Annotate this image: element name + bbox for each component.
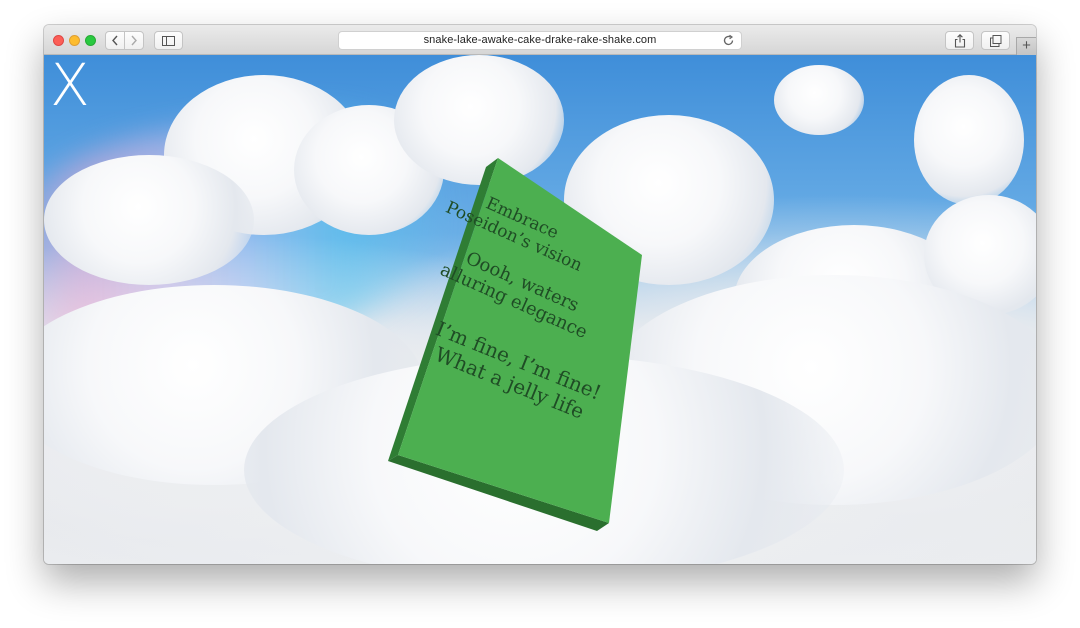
navigation-buttons (105, 31, 145, 50)
back-button[interactable] (105, 31, 125, 50)
address-bar[interactable]: snake-lake-awake-cake-drake-rake-shake.c… (338, 31, 742, 50)
tabs-icon (989, 34, 1001, 47)
chevron-right-icon (131, 35, 137, 46)
share-button[interactable] (945, 31, 974, 50)
sidebar-toggle-button[interactable] (154, 31, 183, 50)
browser-toolbar: snake-lake-awake-cake-drake-rake-shake.c… (44, 25, 1036, 55)
sidebar-icon (162, 35, 175, 46)
minimize-window-button[interactable] (69, 35, 80, 46)
forward-button[interactable] (124, 31, 144, 50)
url-text: snake-lake-awake-cake-drake-rake-shake.c… (423, 34, 657, 46)
close-window-button[interactable] (53, 35, 64, 46)
book-3d[interactable]: Embrace Poseidon’s vision Oooh, waters a… (44, 55, 1036, 564)
new-tab-button[interactable]: + (1016, 37, 1036, 55)
tabs-overview-button[interactable] (981, 31, 1010, 50)
page-viewport: X Embrace Poseidon’s vision Oooh, waters… (44, 55, 1036, 564)
reload-icon[interactable] (722, 34, 735, 47)
browser-window: snake-lake-awake-cake-drake-rake-shake.c… (44, 25, 1036, 564)
chevron-left-icon (112, 35, 118, 46)
share-icon (954, 33, 965, 48)
zoom-window-button[interactable] (85, 35, 96, 46)
